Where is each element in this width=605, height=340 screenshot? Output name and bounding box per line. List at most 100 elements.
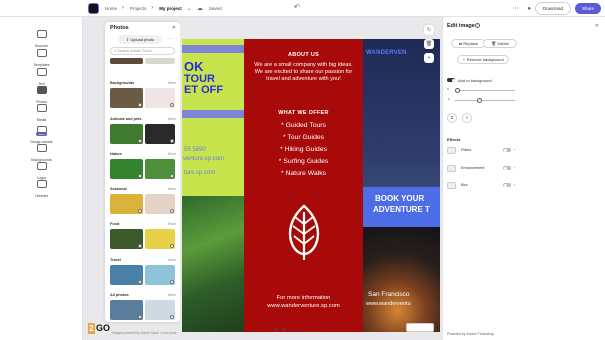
add-icon[interactable] <box>138 280 142 284</box>
right-brand[interactable]: WANDERVEN <box>366 50 407 56</box>
add-icon[interactable] <box>138 244 142 248</box>
add-icon[interactable] <box>138 103 142 107</box>
mid-website[interactable]: www.wanderventure.sp.com <box>244 303 363 309</box>
zoom-out-icon[interactable]: ⊖ <box>274 327 278 333</box>
photo-thumb[interactable] <box>110 124 143 144</box>
add-background-toggle[interactable] <box>447 78 455 82</box>
campfire-photo[interactable] <box>363 227 440 332</box>
forest-photo[interactable] <box>182 196 244 332</box>
section-more-link[interactable]: More <box>168 117 176 121</box>
trash-icon[interactable]: 🗑 <box>424 39 434 49</box>
photo-thumb[interactable] <box>110 300 143 320</box>
left-headline[interactable]: OK <box>184 60 204 73</box>
brightness-slider-knob[interactable] <box>477 98 482 103</box>
photo-thumb[interactable] <box>145 58 175 64</box>
about-body[interactable]: We are a small company with big ideas. W… <box>252 62 355 83</box>
section-more-link[interactable]: More <box>168 293 176 297</box>
crop-icon[interactable]: ⌗ <box>447 113 457 123</box>
right-website[interactable]: www.wanderventu <box>366 301 411 307</box>
photo-thumb[interactable] <box>110 229 143 249</box>
remove-background-button[interactable]: ✧ Remove background <box>457 55 509 64</box>
book-title[interactable]: BOOK YOUR <box>375 194 424 203</box>
close-icon[interactable]: ✕ <box>595 23 599 29</box>
left-headline[interactable]: ET OFF <box>184 85 223 96</box>
left-website[interactable]: ture.sp.com <box>184 170 215 176</box>
app-logo[interactable] <box>88 2 99 14</box>
align-icon[interactable]: ≡ <box>462 113 472 123</box>
stock-credit[interactable]: Images powered by Adobe Stock. Learn mor… <box>112 331 177 335</box>
opacity-slider-knob[interactable] <box>455 88 460 93</box>
chevron-down-icon[interactable]: ⌄ <box>302 327 306 333</box>
section-more-link[interactable]: More <box>168 152 176 156</box>
replace-button[interactable]: ⇄ Replace <box>451 39 486 48</box>
photo-thumb[interactable] <box>110 194 143 214</box>
photo-thumb[interactable] <box>145 159 175 179</box>
breadcrumb-projects[interactable]: Projects <box>130 6 146 11</box>
delete-button[interactable]: 🗑 Delete <box>483 39 517 48</box>
zoom-in-icon[interactable]: ⊕ <box>282 327 286 333</box>
opacity-slider-track[interactable] <box>455 90 515 91</box>
add-icon[interactable] <box>170 315 174 319</box>
photo-thumb[interactable] <box>110 159 143 179</box>
right-city[interactable]: San Francisco <box>368 291 410 298</box>
filters-toggle[interactable] <box>503 148 511 152</box>
breadcrumb-home[interactable]: Home <box>105 6 117 11</box>
leaf-icon[interactable] <box>285 204 323 262</box>
avatar-icon[interactable]: ● <box>527 6 531 12</box>
close-icon[interactable]: ✕ <box>172 25 176 31</box>
chevron-right-icon[interactable]: › <box>514 182 602 187</box>
offer-item[interactable]: * Tour Guides <box>244 134 363 141</box>
breadcrumb-project[interactable]: My project <box>159 6 182 11</box>
more-icon[interactable]: ⋯ <box>512 5 518 12</box>
info-line[interactable]: For more information <box>244 295 363 301</box>
about-title[interactable]: ABOUT US <box>244 52 363 58</box>
book-title[interactable]: ADVENTURE T <box>373 205 430 214</box>
brochure-middle-panel[interactable]: ABOUT US We are a small company with big… <box>244 39 363 332</box>
brochure-left-panel[interactable]: OK TOUR ET OFF 55 5890 venture.sp.com tu… <box>182 39 244 332</box>
offer-item[interactable]: * Surfing Guides <box>244 158 363 165</box>
offer-title[interactable]: WHAT WE OFFER <box>244 110 363 116</box>
add-icon[interactable] <box>170 244 174 248</box>
section-more-link[interactable]: More <box>168 258 176 262</box>
add-icon[interactable] <box>138 209 142 213</box>
chevron-right-icon[interactable]: › <box>514 147 602 152</box>
chevron-down-icon[interactable]: ⌄ <box>187 5 192 12</box>
photo-thumb[interactable] <box>145 229 175 249</box>
photo-thumb[interactable] <box>145 300 175 320</box>
zoom-level[interactable]: 67% <box>290 327 298 332</box>
add-icon[interactable] <box>138 315 142 319</box>
photo-thumb[interactable] <box>110 58 143 64</box>
download-button[interactable]: Download <box>534 2 571 15</box>
add-page-icon[interactable]: + <box>424 53 434 63</box>
blur-toggle[interactable] <box>503 183 511 187</box>
share-button[interactable]: Share <box>574 3 601 14</box>
add-icon[interactable] <box>170 139 174 143</box>
enhancement-toggle[interactable] <box>503 166 511 170</box>
photo-thumb[interactable] <box>145 265 175 285</box>
offer-item[interactable]: * Nature Walks <box>244 170 363 177</box>
add-icon[interactable] <box>138 139 142 143</box>
upload-photo-button[interactable]: ⇧ Upload photo <box>118 35 162 44</box>
photo-thumb[interactable] <box>145 194 175 214</box>
section-more-link[interactable]: More <box>168 81 176 85</box>
photo-thumb[interactable] <box>110 88 143 108</box>
flip-icon[interactable]: ↻ <box>424 25 434 35</box>
brochure-right-panel[interactable]: WANDERVEN BOOK YOUR ADVENTURE T San Fran… <box>363 39 440 332</box>
more-options-icon[interactable]: ⋯ <box>168 36 173 42</box>
brightness-slider-track[interactable] <box>455 100 515 101</box>
photo-thumb[interactable] <box>110 265 143 285</box>
stock-search-input[interactable]: ⌕ Search Adobe Stock <box>110 47 175 55</box>
photo-thumb[interactable] <box>145 88 175 108</box>
left-phone[interactable]: 55 5890 <box>184 147 206 153</box>
section-more-link[interactable]: More <box>168 222 176 226</box>
photo-thumb[interactable] <box>145 124 175 144</box>
help-icon[interactable]: ? <box>475 23 480 28</box>
add-icon[interactable] <box>170 103 174 107</box>
add-icon[interactable] <box>138 174 142 178</box>
offer-item[interactable]: * Guided Tours <box>244 122 363 129</box>
chevron-right-icon[interactable]: › <box>514 165 602 170</box>
section-more-link[interactable]: More <box>168 187 176 191</box>
left-website[interactable]: venture.sp.com <box>183 156 224 162</box>
page-thumbnail[interactable] <box>406 323 434 332</box>
rail-item-libraries[interactable]: Libraries <box>0 175 83 198</box>
